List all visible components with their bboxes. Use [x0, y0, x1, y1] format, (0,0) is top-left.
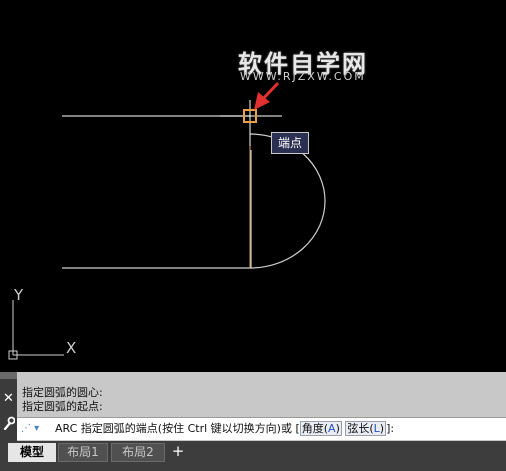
panel-grip[interactable]	[0, 372, 17, 379]
drawing-canvas[interactable]: Y X 软件自学网 WWW.RJZXW.COM 端点	[0, 0, 506, 372]
command-prompt: ARC 指定圆弧的端点(按住 Ctrl 键以切换方向)或 [	[55, 422, 300, 435]
tab-model[interactable]: 模型	[8, 443, 56, 462]
history-line: 指定圆弧的起点:	[22, 400, 103, 413]
tab-layout1[interactable]: 布局1	[58, 443, 108, 462]
layout-tab-bar: 模型 布局1 布局2 +	[0, 441, 506, 471]
ucs-x-label: X	[66, 339, 76, 357]
wrench-icon[interactable]	[2, 415, 16, 431]
command-panel: ✕ 指定圆弧的圆心: 指定圆弧的起点: ⋰ ▾ ARC 指定圆弧的端点(按住 C…	[0, 372, 506, 441]
watermark-url: WWW.RJZXW.COM	[240, 70, 366, 83]
command-prompt-icon: ⋰ ▾	[21, 423, 40, 434]
option-chord-label: 弦长(	[347, 422, 374, 435]
command-prompt-text: ARC 指定圆弧的端点(按住 Ctrl 键以切换方向)或 [角度(A) 弦长(L…	[55, 418, 394, 440]
arc-curve	[249, 133, 326, 269]
ucs-y-label: Y	[13, 286, 24, 304]
history-line: 指定圆弧的圆心:	[22, 386, 103, 399]
option-chord-length[interactable]: 弦长(L)	[345, 421, 387, 436]
add-tab-button[interactable]: +	[168, 442, 188, 460]
close-icon[interactable]: ✕	[2, 392, 15, 405]
command-suffix: ]:	[386, 422, 395, 435]
command-input[interactable]: ⋰ ▾ ARC 指定圆弧的端点(按住 Ctrl 键以切换方向)或 [角度(A) …	[17, 417, 506, 440]
command-side-strip: ✕	[0, 379, 17, 441]
command-history: 指定圆弧的圆心: 指定圆弧的起点:	[22, 386, 103, 414]
snap-tooltip: 端点	[271, 132, 309, 154]
option-angle-label: 角度(	[301, 422, 329, 435]
option-angle[interactable]: 角度(A)	[299, 421, 342, 436]
option-angle-close: )	[335, 422, 340, 435]
tab-layout2[interactable]: 布局2	[111, 443, 165, 462]
option-angle-key: A	[328, 422, 336, 435]
option-chord-close: )	[379, 422, 385, 435]
